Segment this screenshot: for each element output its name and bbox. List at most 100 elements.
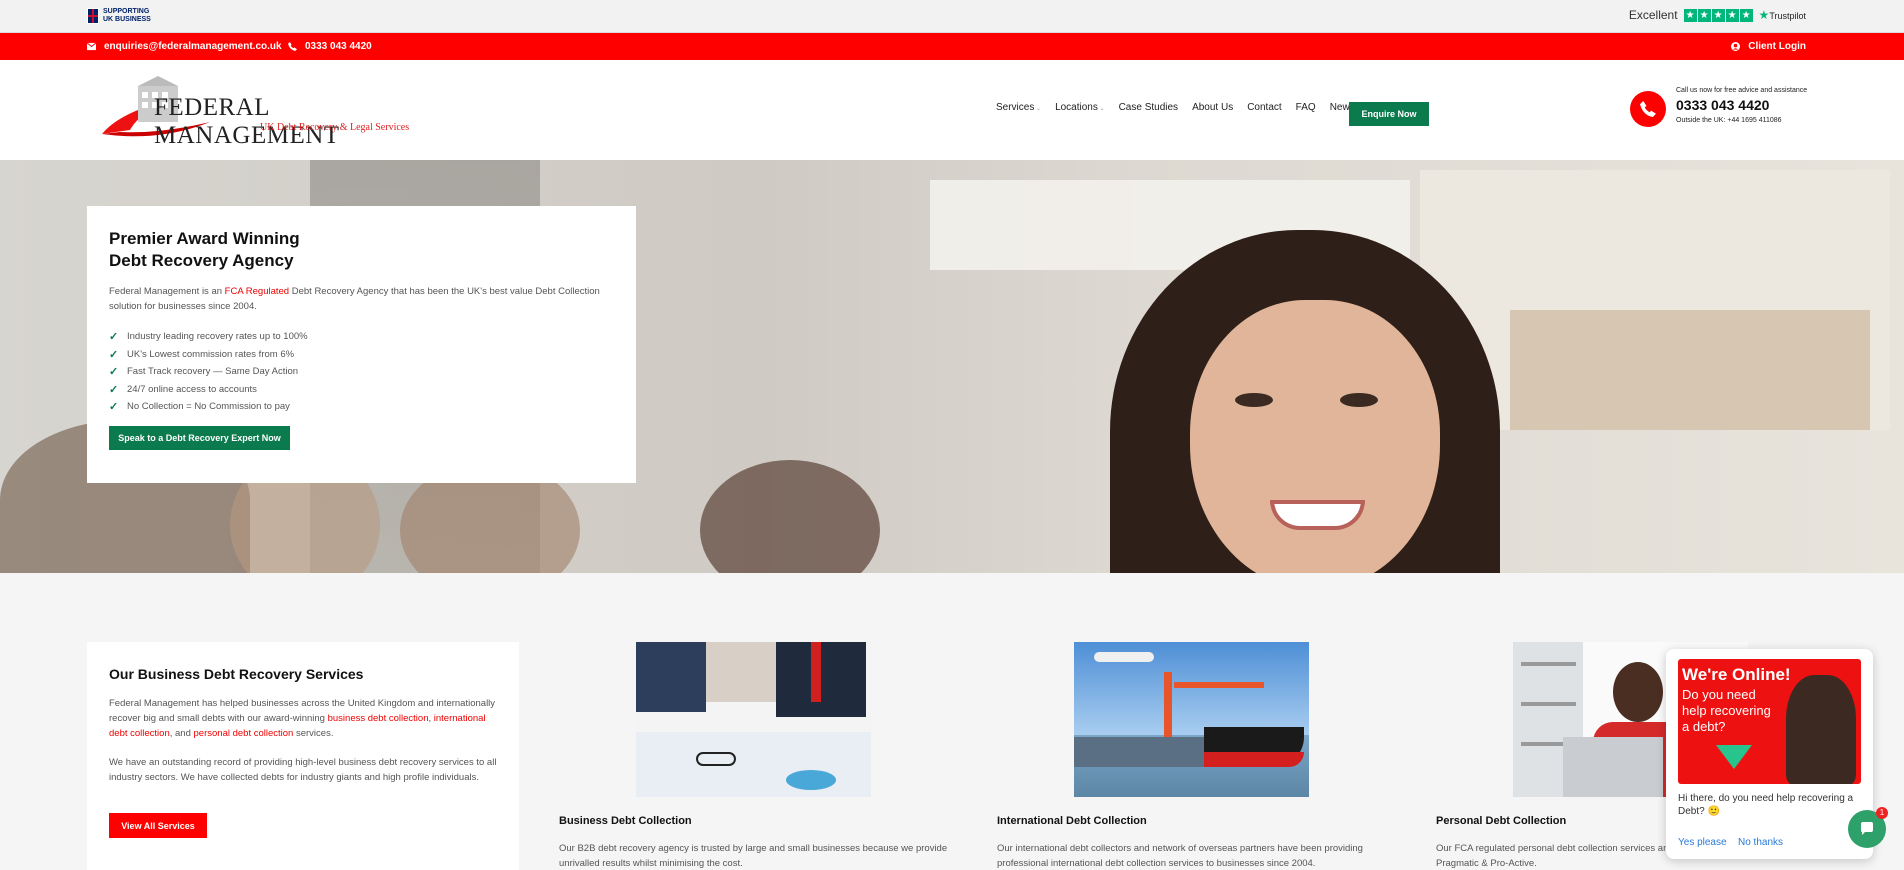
star-icon: ★ bbox=[1711, 8, 1725, 22]
chevron-down-icon: ⌄ bbox=[1097, 106, 1105, 112]
chat-banner: We're Online! Do you need help recoverin… bbox=[1678, 659, 1861, 784]
trustpilot-star-icon: ★ bbox=[1758, 8, 1770, 22]
nav-services-label: Services bbox=[996, 102, 1035, 113]
benefit-text: UK's Lowest commission rates from 6% bbox=[127, 348, 295, 360]
hero-title-line2: Debt Recovery Agency bbox=[109, 251, 294, 270]
uk-flag-icon bbox=[87, 8, 99, 24]
phone-icon bbox=[288, 42, 297, 51]
email-text: enquiries@federalmanagement.co.uk bbox=[104, 41, 282, 52]
chat-bubble-icon bbox=[1861, 822, 1873, 835]
user-circle-icon bbox=[1731, 42, 1741, 51]
check-icon: ✓ bbox=[109, 331, 119, 344]
hero-background-person bbox=[700, 460, 880, 573]
image-detail bbox=[1164, 672, 1172, 742]
ship-and-plane-image bbox=[1074, 642, 1309, 797]
check-icon: ✓ bbox=[109, 348, 119, 361]
benefit-text: Industry leading recovery rates up to 10… bbox=[127, 331, 308, 343]
service-title: Business Debt Collection bbox=[559, 815, 692, 827]
supporting-line2: UK BUSINESS bbox=[103, 16, 151, 23]
chevron-down-icon: ⌄ bbox=[1034, 106, 1042, 112]
service-text: Our B2B debt recovery agency is trusted … bbox=[559, 843, 948, 869]
chat-no-button[interactable]: No thanks bbox=[1738, 837, 1783, 848]
hero-title: Premier Award Winning Debt Recovery Agen… bbox=[109, 228, 369, 272]
star-icon: ★ bbox=[1683, 8, 1697, 22]
trustpilot-stars: ★ ★ ★ ★ ★ bbox=[1683, 8, 1753, 22]
check-icon: ✓ bbox=[109, 366, 119, 379]
list-item: ✓ No Collection = No Commission to pay bbox=[109, 398, 614, 416]
enquire-now-button[interactable]: Enquire Now bbox=[1349, 102, 1429, 126]
nav-services[interactable]: Services ⌄ bbox=[996, 102, 1041, 113]
nav-locations[interactable]: Locations ⌄ bbox=[1055, 102, 1105, 113]
envelope-icon bbox=[87, 42, 96, 51]
list-item: ✓ UK's Lowest commission rates from 6% bbox=[109, 346, 614, 364]
trustpilot-logo: ★Trustpilot bbox=[1759, 8, 1806, 22]
speak-to-expert-button[interactable]: Speak to a Debt Recovery Expert Now bbox=[109, 425, 290, 450]
supporting-uk-business-text: SUPPORTING UK BUSINESS bbox=[103, 8, 159, 24]
phone-text: 0333 043 4420 bbox=[305, 41, 372, 52]
image-detail bbox=[636, 732, 871, 797]
eye bbox=[1340, 393, 1378, 407]
arrow-down-icon bbox=[1716, 745, 1752, 769]
nav-faq[interactable]: FAQ bbox=[1296, 102, 1316, 113]
check-icon: ✓ bbox=[109, 383, 119, 396]
email-link[interactable]: enquiries@federalmanagement.co.uk bbox=[87, 41, 282, 52]
trustpilot-widget[interactable]: Excellent ★ ★ ★ ★ ★ ★Trustpilot bbox=[1629, 8, 1806, 22]
chat-popup[interactable]: We're Online! Do you need help recoverin… bbox=[1666, 649, 1873, 859]
client-login-link[interactable]: Client Login bbox=[1731, 41, 1806, 52]
image-detail bbox=[1521, 662, 1576, 666]
hero-benefits-list: ✓ Industry leading recovery rates up to 1… bbox=[109, 328, 614, 416]
top-strip: SUPPORTING UK BUSINESS Excellent ★ ★ ★ ★… bbox=[0, 0, 1904, 33]
business-meeting-image bbox=[636, 642, 871, 797]
trustpilot-rating: Excellent bbox=[1628, 8, 1678, 22]
supporting-line1: SUPPORTING bbox=[103, 8, 150, 15]
call-number: 0333 043 4420 bbox=[1676, 97, 1770, 113]
glasses-icon bbox=[696, 752, 736, 766]
smile bbox=[1270, 500, 1365, 530]
service-card-international[interactable]: International Debt Collection Our intern… bbox=[997, 642, 1397, 870]
contact-bar: enquiries@federalmanagement.co.uk 0333 0… bbox=[0, 33, 1904, 60]
phone-icon bbox=[1630, 91, 1666, 127]
image-detail bbox=[1521, 702, 1576, 706]
hero-title-line1: Premier Award Winning bbox=[109, 229, 300, 248]
plane-icon bbox=[1094, 652, 1154, 662]
business-debt-collection-link[interactable]: business debt collection bbox=[328, 713, 429, 724]
chat-notification-badge: 1 bbox=[1876, 807, 1888, 819]
nav-contact[interactable]: Contact bbox=[1247, 102, 1281, 113]
supporting-uk-business-badge: SUPPORTING UK BUSINESS bbox=[87, 8, 159, 24]
image-detail bbox=[1174, 682, 1264, 688]
image-detail bbox=[706, 642, 776, 702]
hero-woman-face bbox=[1190, 300, 1440, 573]
service-title: International Debt Collection bbox=[997, 815, 1147, 827]
image-detail bbox=[1204, 752, 1304, 767]
call-note: Call us now for free advice and assistan… bbox=[1676, 87, 1808, 94]
site-header: FEDERAL MANAGEMENT UK Debt Recovery & Le… bbox=[0, 60, 1904, 160]
chat-agent-image bbox=[1786, 675, 1856, 784]
personal-debt-collection-link[interactable]: personal debt collection bbox=[194, 728, 294, 739]
service-card-business[interactable]: Business Debt Collection Our B2B debt re… bbox=[559, 642, 959, 870]
list-item: ✓ Industry leading recovery rates up to 1… bbox=[109, 328, 614, 346]
services-text: services. bbox=[293, 728, 334, 739]
chat-question: Hi there, do you need help recovering a … bbox=[1678, 793, 1854, 817]
nav-case-studies[interactable]: Case Studies bbox=[1119, 102, 1178, 113]
view-all-services-button[interactable]: View All Services bbox=[109, 813, 207, 838]
list-item: ✓ 24/7 online access to accounts bbox=[109, 381, 614, 399]
image-detail bbox=[811, 642, 821, 702]
image-detail bbox=[786, 770, 836, 790]
hero-description: Federal Management is an FCA Regulated D… bbox=[109, 284, 609, 314]
star-icon: ★ bbox=[1725, 8, 1739, 22]
chat-subline: Do you need help recovering a debt? bbox=[1682, 687, 1771, 734]
federal-management-logo[interactable]: FEDERAL MANAGEMENT UK Debt Recovery & Le… bbox=[100, 72, 420, 149]
nav-about-us[interactable]: About Us bbox=[1192, 102, 1233, 113]
image-detail bbox=[636, 642, 706, 712]
chat-yes-button[interactable]: Yes please bbox=[1678, 837, 1727, 848]
fca-regulated-link[interactable]: FCA Regulated bbox=[225, 286, 289, 297]
hero-desc-text: Federal Management is an bbox=[109, 286, 225, 297]
phone-link[interactable]: 0333 043 4420 bbox=[288, 41, 372, 52]
services-intro-card: Our Business Debt Recovery Services Fede… bbox=[87, 642, 519, 870]
call-outside-uk: Outside the UK: +44 1695 411086 bbox=[1676, 117, 1782, 124]
logo-sub-text: UK Debt Recovery & Legal Services bbox=[260, 122, 410, 133]
laptop-icon bbox=[1563, 737, 1663, 797]
star-icon: ★ bbox=[1697, 8, 1711, 22]
nav-locations-label: Locations bbox=[1055, 102, 1098, 113]
services-paragraph-1: Federal Management has helped businesses… bbox=[109, 696, 497, 741]
